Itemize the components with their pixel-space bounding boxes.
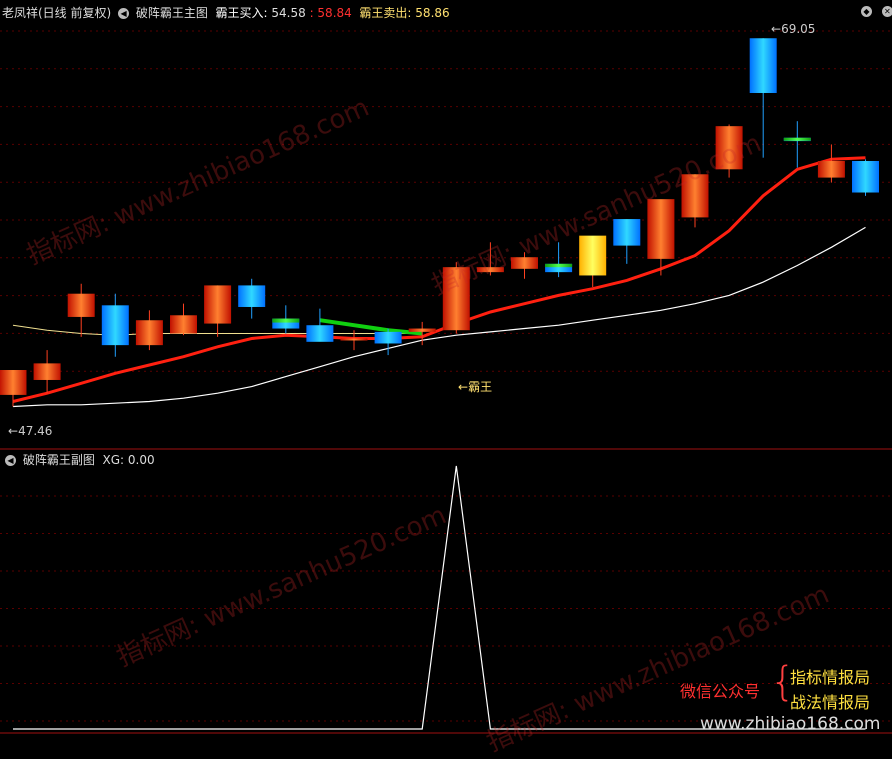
sub-header: ◀ 破阵霸王副图 XG: 0.00	[2, 451, 155, 468]
stock-title: 老凤祥(日线 前复权)	[2, 6, 112, 20]
signal-cap	[272, 318, 300, 323]
candle-body	[511, 257, 538, 269]
promo-name-2: 战法情报局	[790, 693, 871, 712]
candle-body	[681, 174, 709, 218]
candle-body	[749, 38, 777, 93]
close-icon[interactable]: ✕	[881, 6, 892, 17]
candle-body	[442, 267, 470, 331]
candle-body	[374, 331, 402, 344]
toggle-icon[interactable]: ◀	[118, 8, 130, 19]
sell-label: 霸王卖出:	[359, 6, 412, 20]
indicator-name: 破阵霸王主图	[135, 6, 208, 20]
candle-body	[101, 305, 129, 346]
buy-value: 54.58	[271, 6, 306, 20]
candle-body	[340, 338, 368, 341]
candle-body	[613, 219, 641, 246]
candle-body	[306, 325, 334, 342]
high-annotation: ←69.05	[771, 22, 816, 36]
candle-body	[67, 293, 95, 317]
candle-body	[647, 199, 675, 259]
candle-body	[852, 161, 879, 193]
candle-body	[0, 370, 27, 395]
sub-toggle-icon[interactable]: ◀	[5, 455, 16, 466]
window-controls: ◆ ✕	[858, 4, 892, 18]
candle-body	[476, 267, 504, 273]
main-header: 老凤祥(日线 前复权) ◀ 破阵霸王主图 霸王买入: 54.58 : 58.84…	[2, 4, 450, 21]
candle-body	[238, 285, 266, 307]
candle-body	[817, 161, 845, 178]
xg-value: 0.00	[127, 453, 155, 467]
candle-body	[33, 363, 61, 380]
candle-body	[408, 328, 436, 332]
xg-label: XG:	[102, 453, 125, 467]
low-annotation: ←47.46	[8, 424, 53, 438]
signal-segment-line	[319, 318, 423, 336]
candle-body	[715, 126, 743, 170]
candle-body	[204, 285, 232, 324]
candle-body	[135, 320, 163, 346]
promo-name-1: 指标情报局	[790, 668, 871, 687]
low-label: 47.46	[18, 424, 53, 438]
buy-value-2-text: 58.84	[317, 6, 352, 20]
buy-label: 霸王买入:	[215, 6, 268, 20]
signal-annotation: ←霸王	[458, 380, 493, 394]
high-label: 69.05	[781, 22, 816, 36]
ma-white-line	[12, 226, 866, 408]
candle-body	[579, 235, 607, 276]
signal-cap	[783, 137, 811, 141]
signal-cap	[545, 263, 573, 268]
candle-body	[170, 315, 197, 334]
signal-label: 霸王	[468, 380, 493, 394]
price-chart[interactable]	[0, 0, 892, 740]
collapse-icon[interactable]: ◆	[861, 6, 872, 17]
wechat-label: 微信公众号	[680, 682, 761, 701]
ma-red-line	[12, 156, 866, 403]
sell-value: 58.86	[415, 6, 450, 20]
buy-value-2: : 58.84	[309, 6, 352, 20]
sub-indicator-name: 破阵霸王副图	[22, 453, 95, 467]
promo-url: www.zhibiao168.com	[700, 714, 881, 734]
